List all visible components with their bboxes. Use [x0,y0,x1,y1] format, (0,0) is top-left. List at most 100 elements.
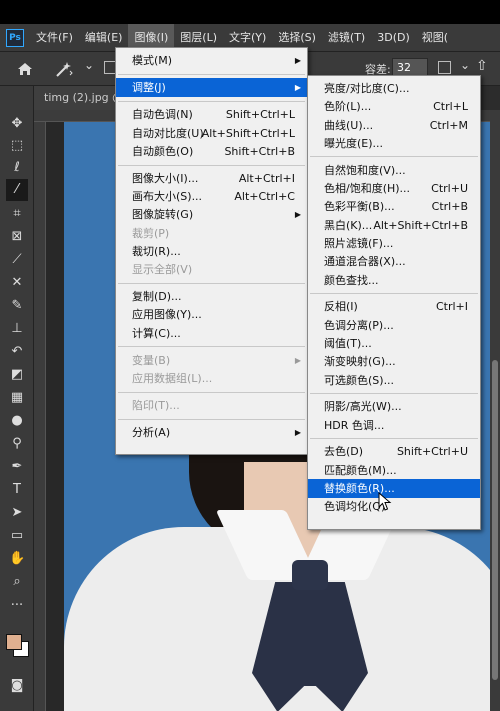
menu-item[interactable]: 曲线(U)... Ctrl+M [308,116,480,135]
menu-item-label: 通道混合器(X)... [324,255,406,269]
hand-tool-icon[interactable]: ✋ [9,551,25,567]
menu-item-label: 自动对比度(U) [132,126,204,140]
menu-item[interactable]: 色调均化(Q) [308,497,480,516]
menu-item[interactable]: HDR 色调... [308,416,480,435]
menu-item[interactable]: 分析(A) ▶ [116,423,307,442]
menu-item[interactable]: 阴影/高光(W)... [308,397,480,416]
menu-item-label: 显示全部(V) [132,263,193,276]
menubar-item[interactable]: 文件(F) [30,24,79,52]
path-selection-tool-icon[interactable]: ➤ [9,505,25,521]
menu-item-label: 自动色调(N) [132,108,193,122]
menu-item[interactable]: 黑白(K)... Alt+Shift+Ctrl+B [308,216,480,235]
menu-item-label: 曲线(U)... [324,118,374,132]
menu-item[interactable]: 应用图像(Y)... [116,305,307,324]
menu-item[interactable]: 自然饱和度(V)... [308,161,480,180]
menu-separator [118,73,305,75]
menu-item[interactable]: 图像旋转(G) ▶ [116,205,307,224]
menu-item[interactable]: 复制(D)... [116,287,307,306]
eraser-tool-icon[interactable]: ◩ [9,367,25,383]
menu-item[interactable]: 自动色调(N) Shift+Ctrl+L [116,105,307,124]
frame-tool-icon[interactable]: ⊠ [9,229,25,245]
pen-tool-icon[interactable]: ✒ [9,459,25,475]
menu-item-label: 图像旋转(G) [132,208,194,222]
menu-item[interactable]: 模式(M) ▶ [116,51,307,70]
home-icon[interactable] [16,60,34,78]
menu-item[interactable]: 替换颜色(R)... [308,479,480,498]
share-icon[interactable]: ⇧ [476,58,488,74]
blur-tool-icon[interactable]: ● [9,413,25,429]
gradient-tool-icon[interactable]: ▦ [9,390,25,406]
menu-item-label: 画布大小(S)... [132,190,203,204]
menu-item[interactable]: 匹配颜色(M)... [308,461,480,480]
mouse-cursor-icon [378,492,392,511]
menu-item[interactable]: 色阶(L)... Ctrl+L [308,97,480,116]
zoom-tool-icon[interactable]: ⌕ [9,574,25,590]
menu-item: 应用数据组(L)... [116,369,307,388]
menu-item-label: 去色(D) [324,445,364,459]
menu-item-shortcut: Ctrl+B [431,200,468,214]
rectangle-tool-icon[interactable]: ▭ [9,528,25,544]
magic-wand-icon[interactable] [54,60,74,78]
eyedropper-tool-icon[interactable]: ⟋ [9,252,25,268]
menu-item[interactable]: 计算(C)... [116,324,307,343]
menu-separator [118,346,305,348]
menu-item[interactable]: 色相/饱和度(H)... Ctrl+U [308,179,480,198]
magic-wand-tool-icon[interactable]: ⁄ [6,179,28,201]
menu-item: 变量(B) ▶ [116,351,307,370]
menu-item-shortcut: Alt+Ctrl+I [238,172,295,185]
menu-item-label: 阴影/高光(W)... [324,400,402,414]
menu-item[interactable]: 画布大小(S)... Alt+Ctrl+C [116,187,307,206]
history-brush-tool-icon[interactable]: ↶ [9,344,25,360]
menu-item[interactable]: 裁切(R)... [116,242,307,261]
menu-item-label: 照片滤镜(F)... [324,236,394,250]
crop-tool-icon[interactable]: ⌗ [9,206,25,222]
menu-item[interactable]: 可选颜色(S)... [308,371,480,390]
menubar-item[interactable]: 视图( [416,24,454,52]
menu-item[interactable]: 自动对比度(U) Alt+Shift+Ctrl+L [116,124,307,143]
quick-mask-icon[interactable]: ◙ [9,678,25,694]
image-menu-dropdown: 模式(M) ▶ 调整(J) ▶ 自动色调(N) Shift+Ctrl+L 自动对比度(U) A… [115,47,308,455]
move-tool-icon[interactable]: ✥ [9,116,25,132]
adjustments-submenu: 亮度/对比度(C)... 色阶(L)... Ctrl+L 曲线(U)... Ctrl+M… [307,75,481,530]
healing-brush-tool-icon[interactable]: ✕ [9,275,25,291]
menu-item-label: 图像大小(I)... [132,172,199,185]
sample-chevron-icon[interactable]: ⌄ [460,58,470,72]
menu-item-label: 黑白(K)... [324,218,373,232]
more-tools-icon[interactable]: ··· [9,598,25,614]
menu-item-label: 反相(I) [324,300,358,314]
foreground-color-swatch[interactable] [6,634,22,650]
menu-item-label: 匹配颜色(M)... [324,463,397,477]
lasso-tool-icon[interactable]: ℓ [9,160,25,176]
dodge-tool-icon[interactable]: ⚲ [9,436,25,452]
brush-tool-icon[interactable]: ✎ [9,298,25,314]
menu-item[interactable]: 照片滤镜(F)... [308,234,480,253]
menubar-item[interactable]: 3D(D) [371,24,416,52]
menu-item[interactable]: 图像大小(I)... Alt+Ctrl+I [116,169,307,188]
menu-item[interactable]: 自动颜色(O) Shift+Ctrl+B [116,142,307,161]
menu-item[interactable]: 渐变映射(G)... [308,352,480,371]
menu-item[interactable]: 反相(I) Ctrl+I [308,297,480,316]
menu-item[interactable]: 调整(J) ▶ [116,78,307,98]
menu-item[interactable]: 亮度/对比度(C)... [308,79,480,98]
scrollbar-thumb[interactable] [492,360,498,680]
menu-item[interactable]: 色调分离(P)... [308,316,480,335]
menu-item[interactable]: 颜色查找... [308,271,480,290]
menu-item-label: 模式(M) [132,54,173,67]
menu-item-label: 阈值(T)... [324,336,372,350]
menu-item-shortcut: Alt+Shift+Ctrl+L [201,126,295,140]
menu-item-label: 应用图像(Y)... [132,308,202,322]
menu-item[interactable]: 去色(D) Shift+Ctrl+U [308,442,480,461]
menu-item[interactable]: 色彩平衡(B)... Ctrl+B [308,197,480,216]
menubar-item[interactable]: 滤镜(T) [322,24,371,52]
menu-item[interactable]: 阈值(T)... [308,334,480,353]
window-top-edge [0,0,500,24]
tool-preset-chevron-icon[interactable]: ⌄ [84,58,94,72]
type-tool-icon[interactable]: T [9,482,25,498]
vertical-scrollbar[interactable] [490,110,500,711]
marquee-tool-icon[interactable]: ⬚ [9,138,25,154]
menu-item-shortcut: Shift+Ctrl+U [396,445,468,459]
menu-item[interactable]: 通道混合器(X)... [308,252,480,271]
menu-item[interactable]: 曝光度(E)... [308,134,480,153]
anti-alias-checkbox[interactable] [438,61,451,74]
clone-stamp-tool-icon[interactable]: ⊥ [9,321,25,337]
